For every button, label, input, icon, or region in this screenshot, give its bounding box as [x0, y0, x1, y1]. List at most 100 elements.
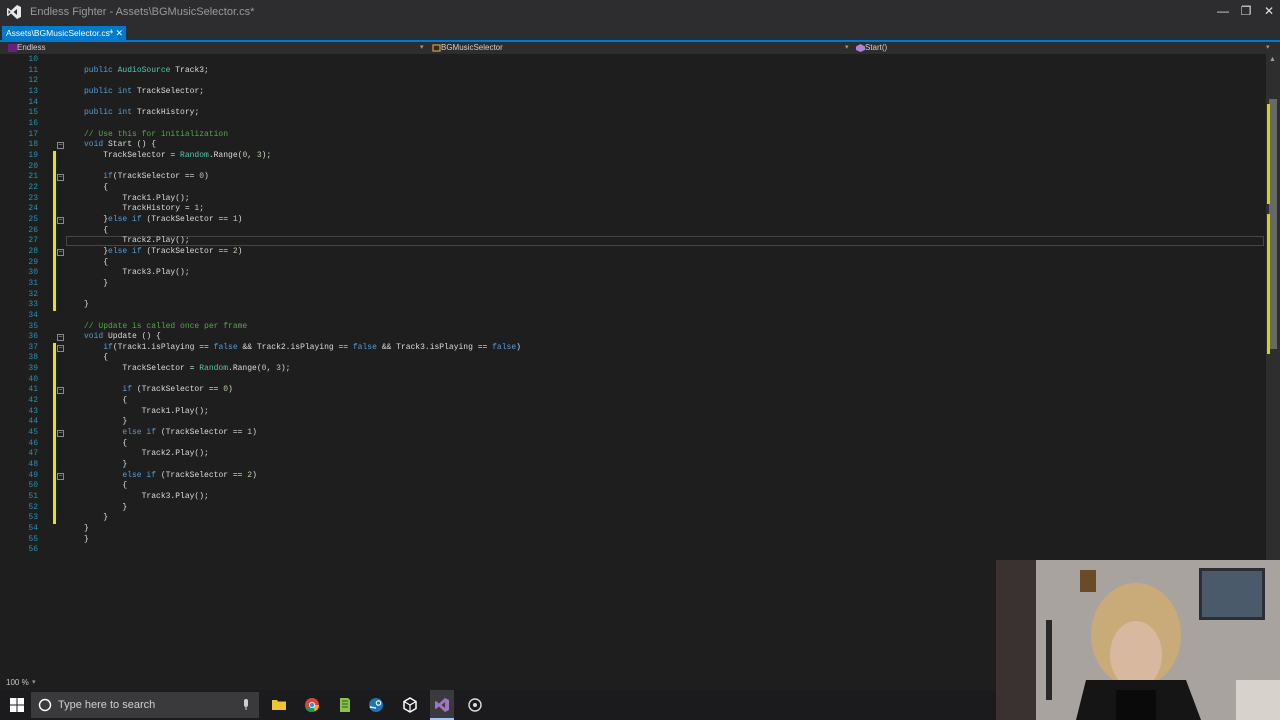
code-line[interactable]: 19 TrackSelector = Random.Range(0, 3); [0, 151, 1260, 162]
code-line[interactable]: 12 [0, 76, 1260, 87]
code-line[interactable]: 41 if (TrackSelector == 0) [0, 385, 1260, 396]
scrollbar-thumb[interactable] [1269, 99, 1277, 349]
code-line[interactable]: 32 [0, 290, 1260, 301]
code-line[interactable]: 46 { [0, 439, 1260, 450]
collapse-icon[interactable]: − [57, 387, 64, 395]
code-line[interactable]: 21 if(TrackSelector == 0) [0, 172, 1260, 183]
collapse-icon[interactable]: − [57, 472, 64, 480]
code-line[interactable]: 37 if(Track1.isPlaying == false && Track… [0, 343, 1260, 354]
chevron-down-icon[interactable]: ▾ [420, 42, 424, 54]
code-line[interactable]: 18 void Start () { [0, 140, 1260, 151]
code-text[interactable]: public int TrackSelector; [84, 87, 204, 98]
windows-start-icon[interactable] [9, 697, 25, 713]
chrome-icon[interactable] [304, 697, 320, 713]
code-text[interactable]: public AudioSource Track3; [84, 66, 209, 77]
code-line[interactable]: 28 }else if (TrackSelector == 2) [0, 247, 1260, 258]
code-line[interactable]: 51 Track3.Play(); [0, 492, 1260, 503]
settings-gear-icon[interactable] [467, 697, 483, 713]
class-dropdown[interactable]: BGMusicSelector [432, 42, 503, 54]
chevron-down-icon[interactable]: ▾ [845, 42, 849, 54]
code-line[interactable]: 40 [0, 375, 1260, 386]
steam-icon[interactable] [368, 697, 384, 713]
code-text[interactable]: Track2.Play(); [84, 449, 209, 460]
code-text[interactable]: Track1.Play(); [84, 407, 209, 418]
code-line[interactable]: 23 Track1.Play(); [0, 194, 1260, 205]
code-text[interactable]: Track3.Play(); [84, 268, 189, 279]
restore-icon[interactable]: ❐ [1235, 3, 1257, 19]
code-line[interactable]: 16 [0, 119, 1260, 130]
code-line[interactable]: 34 [0, 311, 1260, 322]
code-text[interactable]: } [84, 279, 108, 290]
code-text[interactable]: } [84, 417, 127, 428]
code-text[interactable]: { [84, 258, 108, 269]
code-text[interactable]: TrackSelector = Random.Range(0, 3); [84, 364, 290, 375]
minimize-icon[interactable]: — [1212, 3, 1234, 19]
microphone-icon[interactable] [242, 699, 250, 711]
code-text[interactable]: else if (TrackSelector == 1) [84, 428, 256, 439]
code-line[interactable]: 26 { [0, 226, 1260, 237]
code-line[interactable]: 11 public AudioSource Track3; [0, 66, 1260, 77]
code-line[interactable]: 38 { [0, 353, 1260, 364]
collapse-icon[interactable]: − [57, 344, 64, 352]
code-line[interactable]: 10 [0, 55, 1260, 66]
code-text[interactable]: } [84, 300, 89, 311]
code-text[interactable]: if(TrackSelector == 0) [84, 172, 209, 183]
code-line[interactable]: 15 public int TrackHistory; [0, 108, 1260, 119]
code-line[interactable]: 13 public int TrackSelector; [0, 87, 1260, 98]
code-line[interactable]: 49 else if (TrackSelector == 2) [0, 471, 1260, 482]
chevron-down-icon[interactable]: ▾ [1266, 42, 1270, 54]
code-text[interactable]: if (TrackSelector == 0) [84, 385, 232, 396]
close-window-icon[interactable]: ✕ [1258, 3, 1280, 19]
code-line[interactable]: 47 Track2.Play(); [0, 449, 1260, 460]
code-line[interactable]: 45 else if (TrackSelector == 1) [0, 428, 1260, 439]
code-text[interactable]: TrackHistory = 1; [84, 204, 204, 215]
code-line[interactable]: 52 } [0, 503, 1260, 514]
code-text[interactable]: if(Track1.isPlaying == false && Track2.i… [84, 343, 521, 354]
code-text[interactable]: } [84, 535, 89, 546]
collapse-icon[interactable]: − [57, 142, 64, 150]
code-line[interactable]: 31 } [0, 279, 1260, 290]
close-icon[interactable]: ✕ [115, 26, 123, 40]
project-dropdown[interactable]: Endless Fighter [8, 42, 45, 64]
unity-icon[interactable] [402, 697, 418, 713]
code-text[interactable]: } [84, 513, 108, 524]
collapse-icon[interactable]: − [57, 216, 64, 224]
file-explorer-icon[interactable] [271, 697, 287, 713]
code-text[interactable]: }else if (TrackSelector == 1) [84, 215, 242, 226]
member-dropdown[interactable]: Start() [856, 42, 887, 54]
code-line[interactable]: 42 { [0, 396, 1260, 407]
zoom-level[interactable]: 100 % [6, 678, 29, 688]
pin-icon[interactable]: ⊣ [106, 26, 112, 40]
code-text[interactable]: Track2.Play(); [84, 236, 189, 247]
code-line[interactable]: 54} [0, 524, 1260, 535]
collapse-icon[interactable]: − [57, 174, 64, 182]
code-line[interactable]: 56 [0, 545, 1260, 556]
code-line[interactable]: 29 { [0, 258, 1260, 269]
code-line[interactable]: 14 [0, 98, 1260, 109]
code-line[interactable]: 24 TrackHistory = 1; [0, 204, 1260, 215]
code-line[interactable]: 53 } [0, 513, 1260, 524]
code-line[interactable]: 55} [0, 535, 1260, 546]
code-text[interactable]: // Update is called once per frame [84, 322, 247, 333]
code-line[interactable]: 20 [0, 162, 1260, 173]
code-text[interactable]: Track3.Play(); [84, 492, 209, 503]
chevron-down-icon[interactable]: ▾ [32, 678, 36, 688]
code-text[interactable]: { [84, 226, 108, 237]
collapse-icon[interactable]: − [57, 334, 64, 342]
code-text[interactable]: Track1.Play(); [84, 194, 189, 205]
code-text[interactable]: public int TrackHistory; [84, 108, 199, 119]
code-text[interactable]: void Start () { [84, 140, 156, 151]
taskbar-search[interactable]: Type here to search [31, 692, 259, 718]
code-line[interactable]: 22 { [0, 183, 1260, 194]
code-text[interactable]: } [84, 460, 127, 471]
code-line[interactable]: 48 } [0, 460, 1260, 471]
collapse-icon[interactable]: − [57, 430, 64, 438]
scroll-up-icon[interactable]: ▲ [1269, 56, 1276, 63]
code-line[interactable]: 50 { [0, 481, 1260, 492]
code-line[interactable]: 33} [0, 300, 1260, 311]
code-line[interactable]: 30 Track3.Play(); [0, 268, 1260, 279]
code-text[interactable]: } [84, 503, 127, 514]
notepad-plus-plus-icon[interactable] [337, 697, 353, 713]
code-line[interactable]: 43 Track1.Play(); [0, 407, 1260, 418]
code-text[interactable]: // Use this for initialization [84, 130, 228, 141]
